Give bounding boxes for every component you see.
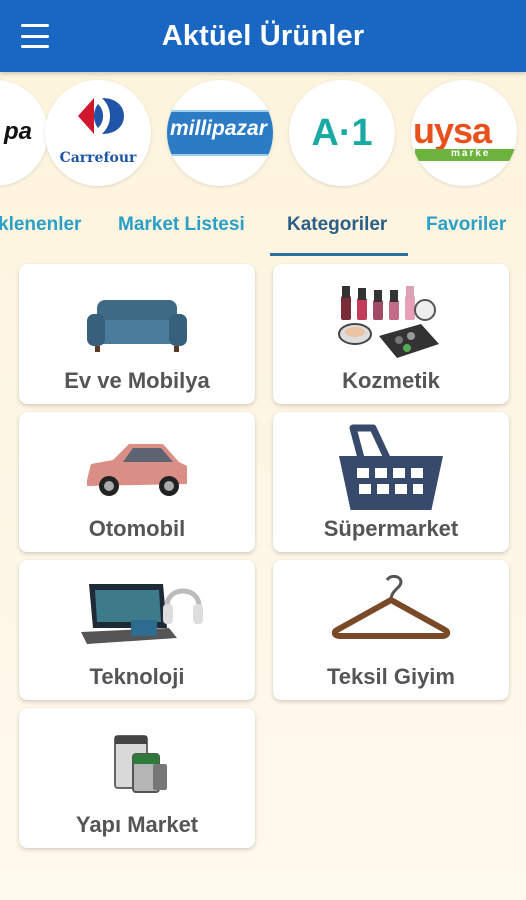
active-tab-indicator [270, 253, 408, 256]
hamburger-menu-icon[interactable] [18, 22, 52, 50]
tab-kategoriler[interactable]: Kategoriler [287, 214, 387, 236]
store-logo-partial-icon: pa [4, 118, 33, 145]
category-card-otomobil[interactable]: Otomobil [19, 412, 255, 552]
category-card-teknoloji[interactable]: Teknoloji [19, 560, 255, 700]
tab-bar: klenenler Market Listesi Kategoriler Fav… [0, 198, 526, 256]
clothes-hanger-icon [331, 574, 451, 639]
category-label: Ev ve Mobilya [64, 368, 210, 393]
category-card-yapi-market[interactable]: Yapı Market [19, 708, 255, 848]
category-card-supermarket[interactable]: Süpermarket [273, 412, 509, 552]
store-logo-uysal[interactable]: uysa marke [411, 80, 517, 186]
category-label: Teksil Giyim [327, 664, 455, 689]
store-logo-millipazar[interactable]: millipazar [167, 80, 273, 186]
car-icon [87, 444, 187, 496]
category-label: Otomobil [88, 516, 186, 541]
page-title: Aktüel Ürünler [161, 19, 365, 52]
shopping-basket-icon [339, 424, 443, 510]
category-label: Kozmetik [342, 368, 440, 393]
store-logo-carrefour[interactable]: Carrefour [45, 80, 151, 186]
sofa-icon [87, 300, 187, 352]
store-name-carrefour: Carrefour [59, 150, 137, 166]
category-label: Teknoloji [89, 664, 185, 689]
tab-favoriler[interactable]: Favoriler [426, 214, 506, 236]
uysal-market-sub: marke [451, 148, 491, 159]
category-card-kozmetik[interactable]: Kozmetik [273, 264, 509, 404]
store-logo-partial[interactable]: pa [0, 80, 48, 186]
carrefour-logo-icon [78, 98, 124, 134]
tab-eklenenler[interactable]: klenenler [0, 214, 81, 236]
category-card-teksil-giyim[interactable]: Teksil Giyim [273, 560, 509, 700]
category-label: Yapı Market [75, 812, 199, 837]
category-card-ev-ve-mobilya[interactable]: Ev ve Mobilya [19, 264, 255, 404]
cosmetics-icon [338, 286, 439, 358]
store-carousel[interactable]: pa Carrefour millipazar A·1 uysa marke [0, 72, 526, 194]
store-name-millipazar: millipazar [170, 117, 267, 140]
uysal-market-logo-icon: uysa [413, 110, 492, 151]
a101-logo-icon: A·1 [311, 112, 373, 154]
paint-can-icon [114, 735, 167, 793]
tab-market-listesi[interactable]: Market Listesi [118, 214, 245, 236]
category-label: Süpermarket [323, 516, 459, 541]
app-bar: Aktüel Ürünler [0, 0, 526, 72]
laptop-headphones-icon [81, 584, 203, 644]
store-logo-a101[interactable]: A·1 [289, 80, 395, 186]
